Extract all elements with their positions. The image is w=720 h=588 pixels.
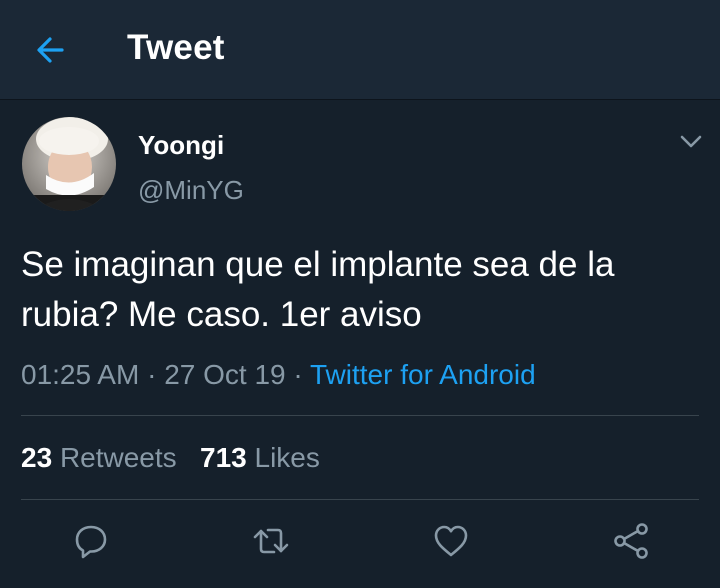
tweet-source-link[interactable]: Twitter for Android xyxy=(310,359,536,390)
likes-stat[interactable]: 713 Likes xyxy=(200,442,320,473)
divider xyxy=(21,499,699,500)
chevron-down-icon[interactable] xyxy=(678,132,704,152)
top-app-bar: Tweet xyxy=(0,0,720,100)
divider xyxy=(21,415,699,416)
tweet-text: Se imaginan que el implante sea de la ru… xyxy=(21,245,615,334)
tweet-time: 01:25 AM xyxy=(21,359,140,390)
page-title: Tweet xyxy=(127,28,225,67)
meta-separator: · xyxy=(293,359,303,390)
avatar[interactable] xyxy=(22,117,116,211)
retweets-label: Retweets xyxy=(59,442,177,473)
tweet-date: 27 Oct 19 xyxy=(164,359,286,390)
reply-icon[interactable] xyxy=(71,521,111,561)
likes-count: 713 xyxy=(200,442,247,473)
likes-label: Likes xyxy=(254,442,320,473)
tweet-metadata: 01:25 AM · 27 Oct 19 · Twitter for Andro… xyxy=(21,359,536,391)
retweets-count: 23 xyxy=(21,442,53,473)
author-handle[interactable]: @MinYG xyxy=(138,175,244,206)
like-icon[interactable] xyxy=(431,521,471,561)
share-icon[interactable] xyxy=(611,521,651,561)
author-display-name[interactable]: Yoongi xyxy=(138,130,224,161)
retweets-stat[interactable]: 23 Retweets xyxy=(21,442,177,473)
engagement-stats: 23 Retweets 713 Likes xyxy=(21,442,320,474)
back-arrow-icon[interactable] xyxy=(31,31,69,69)
retweet-icon[interactable] xyxy=(251,521,291,561)
meta-separator: · xyxy=(147,359,157,390)
